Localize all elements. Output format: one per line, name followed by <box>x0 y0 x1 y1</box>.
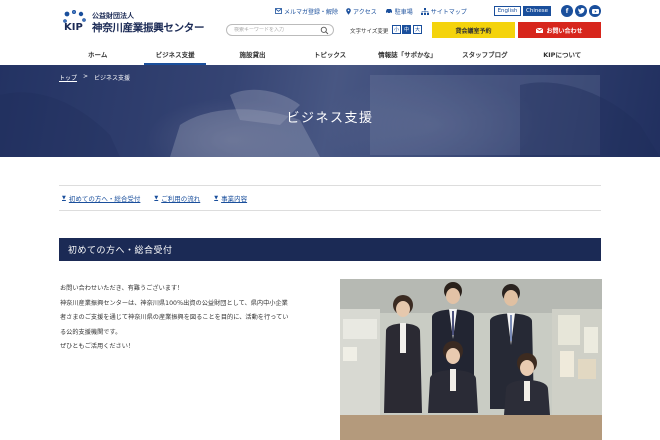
body-line: ぜひともご活用ください！ <box>60 343 135 350</box>
font-size-label: 文字サイズ変更 <box>350 29 389 35</box>
triangle-down-icon: ▼ <box>62 195 66 201</box>
nav-item-home[interactable]: ホーム <box>59 44 136 64</box>
parking-label: 駐車場 <box>394 8 413 16</box>
page-title: ビジネス支援 <box>286 111 374 126</box>
nav-item-facility-rental[interactable]: 施設貸出 <box>214 44 291 64</box>
access-label: アクセス <box>353 8 377 16</box>
utility-links: メルマガ登録・解除 アクセス 駐車場 サイトマップ <box>275 6 467 16</box>
nav-item-staff-blog[interactable]: スタッフブログ <box>446 44 523 64</box>
kip-logo-icon: KIP <box>63 9 86 33</box>
mail-icon <box>275 8 282 14</box>
page-hero: トップ > ビジネス支援 ビジネス支援 <box>0 65 660 157</box>
anchor-nav: ▼ 初めての方へ・総合受付 ▼ ご利用の流れ ▼ 事業内容 <box>59 185 601 211</box>
font-size-medium-button[interactable]: 中 <box>402 25 411 34</box>
body-line: 者さまのご支援を通じて神奈川県の産業振興を図ることを目的に、活動を行ってい <box>60 314 289 321</box>
global-nav: ホーム ビジネス支援 施設貸出 トピックス 情報誌「サポかな」 スタッフブログ … <box>59 44 601 65</box>
twitter-bird-glyph <box>577 8 584 14</box>
svg-text:KIP: KIP <box>64 22 83 33</box>
breadcrumb-current: ビジネス支援 <box>94 75 131 82</box>
lang-english-button[interactable]: English <box>494 6 521 16</box>
car-icon <box>385 9 392 14</box>
contact-button-label: お問い合わせ <box>546 27 583 35</box>
nav-item-topics[interactable]: トピックス <box>291 44 368 64</box>
logo-title: 神奈川産業振興センター <box>92 22 205 34</box>
body-line: る公的支援機関です。 <box>60 328 122 336</box>
nav-item-about-kip[interactable]: KIPについて <box>524 44 601 64</box>
triangle-down-icon: ▼ <box>214 195 219 201</box>
contact-button[interactable]: お問い合わせ <box>518 22 601 38</box>
triangle-down-icon: ▼ <box>154 195 159 201</box>
anchor-label: ご利用の流れ <box>161 195 201 203</box>
anchor-link-services[interactable]: ▼ 事業内容 <box>214 193 247 203</box>
anchor-link-first-time[interactable]: ▼ 初めての方へ・総合受付 <box>62 193 140 203</box>
anchor-link-usage-flow[interactable]: ▼ ご利用の流れ <box>154 193 200 203</box>
section-body: お問い合わせいただき、有難うございます！ 神奈川産業振興センターは、神奈川県10… <box>60 282 325 355</box>
nav-item-business-support[interactable]: ビジネス支援 <box>136 44 213 65</box>
anchor-label: 初めての方へ・総合受付 <box>68 195 141 203</box>
site-logo[interactable]: KIP 公益財団法人 神奈川産業振興センター <box>62 9 205 37</box>
section-heading: 初めての方へ・総合受付 <box>59 238 601 261</box>
body-line: 神奈川産業振興センターは、神奈川県100％出資の公益財団として、県内中小企業 <box>60 299 288 307</box>
parking-link[interactable]: 駐車場 <box>385 7 413 16</box>
envelope-icon <box>536 27 544 33</box>
facebook-icon[interactable]: f <box>561 5 573 17</box>
access-link[interactable]: アクセス <box>346 7 377 16</box>
search-icon[interactable] <box>320 26 329 35</box>
breadcrumb-separator: > <box>83 73 89 80</box>
twitter-icon[interactable] <box>575 5 587 17</box>
anchor-label: 事業内容 <box>221 195 248 203</box>
map-pin-icon <box>346 7 351 15</box>
search-input[interactable] <box>234 27 322 33</box>
sitemap-link[interactable]: サイトマップ <box>420 7 467 16</box>
font-size-small-button[interactable]: 小 <box>392 25 401 34</box>
breadcrumb-home-link[interactable]: トップ <box>59 73 77 82</box>
mail-magazine-label: メルマガ登録・解除 <box>284 8 339 16</box>
site-search <box>226 24 334 36</box>
youtube-play-glyph <box>591 8 599 14</box>
mail-magazine-link[interactable]: メルマガ登録・解除 <box>275 7 338 16</box>
staff-photo-illustration <box>340 279 602 440</box>
breadcrumb: トップ > ビジネス支援 <box>59 73 130 82</box>
sitemap-icon <box>420 7 429 15</box>
font-size-large-button[interactable]: 大 <box>413 25 422 34</box>
youtube-icon[interactable] <box>589 5 601 17</box>
lang-chinese-button[interactable]: Chinese <box>523 6 551 16</box>
reserve-room-button[interactable]: 貸会議室予約 <box>432 22 515 38</box>
staff-photo <box>340 279 602 440</box>
nav-item-magazine[interactable]: 情報誌「サポかな」 <box>369 44 446 64</box>
sitemap-label: サイトマップ <box>430 8 467 16</box>
body-line: お問い合わせいただき、有難うございます！ <box>60 285 184 292</box>
